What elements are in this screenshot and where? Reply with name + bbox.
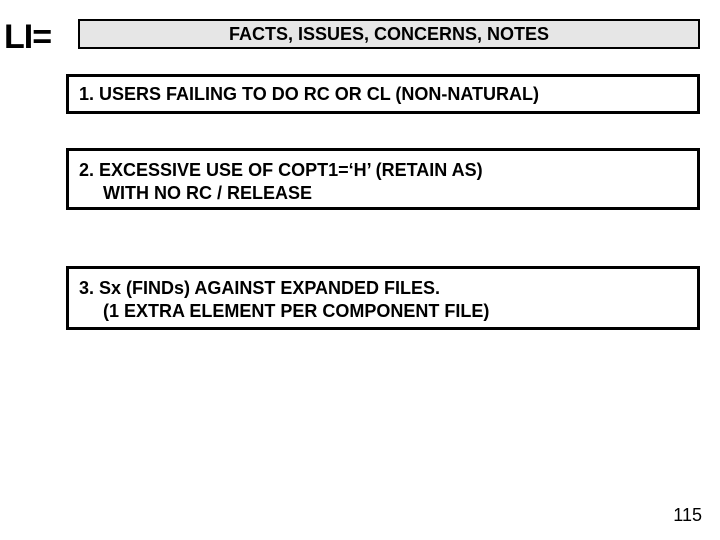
fact-box-1-text: 1. USERS FAILING TO DO RC OR CL (NON-NAT…: [79, 83, 539, 106]
page-number: 115: [673, 505, 702, 526]
fact-box-2-line2: WITH NO RC / RELEASE: [79, 182, 312, 205]
fact-box-2-line1: 2. EXCESSIVE USE OF COPT1=‘H’ (RETAIN AS…: [79, 160, 483, 180]
fact-box-1: 1. USERS FAILING TO DO RC OR CL (NON-NAT…: [66, 74, 700, 114]
title-text: FACTS, ISSUES, CONCERNS, NOTES: [229, 24, 549, 45]
fact-box-3-line2: (1 EXTRA ELEMENT PER COMPONENT FILE): [79, 300, 489, 323]
fact-box-2: 2. EXCESSIVE USE OF COPT1=‘H’ (RETAIN AS…: [66, 148, 700, 210]
slide: LI= FACTS, ISSUES, CONCERNS, NOTES 1. US…: [0, 0, 720, 540]
page-code-label: LI=: [4, 18, 51, 57]
title-bar: FACTS, ISSUES, CONCERNS, NOTES: [78, 19, 700, 49]
fact-box-3-line1: 3. Sx (FINDs) AGAINST EXPANDED FILES.: [79, 278, 440, 298]
fact-box-3: 3. Sx (FINDs) AGAINST EXPANDED FILES. (1…: [66, 266, 700, 330]
